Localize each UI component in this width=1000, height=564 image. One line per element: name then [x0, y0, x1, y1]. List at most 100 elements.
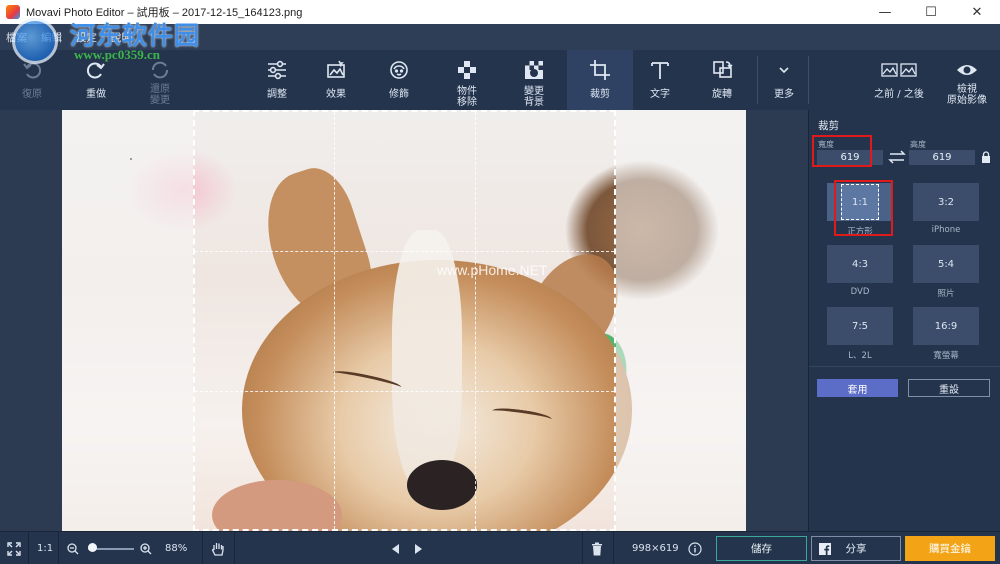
restore-icon: [149, 58, 171, 82]
rotate-icon: [711, 58, 733, 82]
sliders-icon: [266, 58, 288, 82]
effects-label: 效果: [326, 89, 346, 100]
previous-image-icon[interactable]: [390, 532, 400, 564]
save-button[interactable]: 儲存: [716, 536, 807, 561]
ratio-preset-value: 4:3: [851, 258, 869, 270]
maximize-button[interactable]: ☐: [908, 0, 954, 24]
ratio-preset-7-5[interactable]: 7:5: [827, 307, 893, 345]
background-icon: [523, 58, 545, 82]
object-removal-button[interactable]: 物件 移除: [442, 50, 492, 110]
retouch-label: 修飾: [389, 89, 409, 100]
adjust-button[interactable]: 調整: [252, 50, 302, 110]
title-bar: Movavi Photo Editor – 試用板 – 2017-12-15_1…: [0, 0, 1000, 24]
crop-frame[interactable]: [193, 110, 616, 531]
apply-button[interactable]: 套用: [817, 379, 898, 397]
image-dimensions: 998×619: [632, 543, 679, 554]
ratio-preset-16-9[interactable]: 16:9: [913, 307, 979, 345]
panel-divider: [809, 366, 1000, 367]
menu-bar: 檔案 編輯 設定 說明: [0, 24, 1000, 50]
next-image-icon[interactable]: [414, 532, 424, 564]
lock-icon[interactable]: [981, 151, 991, 163]
status-divider: [58, 532, 59, 564]
actual-size-button[interactable]: 1:1: [37, 532, 53, 564]
retouch-button[interactable]: 修飾: [374, 50, 424, 110]
height-label: 高度: [910, 140, 926, 149]
view-original-button[interactable]: 檢視 原始影像: [940, 50, 994, 110]
ratio-preset-5-4[interactable]: 5:4: [913, 245, 979, 283]
change-background-button[interactable]: 變更 背景: [509, 50, 559, 110]
status-divider: [613, 532, 614, 564]
redo-button[interactable]: 重做: [70, 50, 122, 110]
zoom-out-icon[interactable]: [67, 532, 79, 564]
reset-button[interactable]: 重設: [908, 379, 990, 397]
zoom-in-icon[interactable]: [140, 532, 152, 564]
crop-label: 裁剪: [590, 89, 610, 100]
window-controls: — ☐ ✕: [862, 0, 1000, 24]
rotate-button[interactable]: 旋轉: [697, 50, 747, 110]
adjust-label: 調整: [267, 89, 287, 100]
close-button[interactable]: ✕: [954, 0, 1000, 24]
chevron-down-icon: [777, 58, 791, 82]
status-bar: 1:1 88% 998×619 儲存 分享 購買金鑰: [0, 531, 1000, 564]
hand-tool-icon[interactable]: [211, 532, 225, 564]
text-button[interactable]: 文字: [636, 50, 684, 110]
menu-help[interactable]: 說明: [111, 30, 132, 45]
face-retouch-icon: [388, 58, 410, 82]
facebook-icon: [819, 543, 831, 555]
zoom-level: 88%: [165, 543, 188, 554]
ratio-preset-label: DVD: [850, 287, 870, 297]
before-after-button[interactable]: 之前 / 之後: [868, 50, 930, 110]
image-canvas[interactable]: www.pHome.NET: [0, 110, 808, 531]
menu-settings[interactable]: 設定: [76, 30, 97, 45]
ratio-preset-value: 3:2: [937, 196, 955, 208]
crop-grid-line: [475, 112, 476, 529]
eye-icon: [956, 58, 978, 82]
minimize-button[interactable]: —: [862, 0, 908, 24]
more-button[interactable]: 更多: [762, 50, 806, 110]
ratio-preset-4-3[interactable]: 4:3: [827, 245, 893, 283]
ratio-preset-value: 7:5: [851, 320, 869, 332]
app-logo-icon: [6, 5, 20, 19]
effects-icon: [325, 58, 347, 82]
fit-screen-icon[interactable]: [7, 532, 21, 564]
ratio-preset-label: L、2L: [848, 351, 872, 361]
height-field[interactable]: [909, 150, 975, 165]
more-label: 更多: [774, 89, 794, 100]
restore-label: 還原 變更: [150, 84, 170, 106]
object-removal-icon: [456, 58, 478, 82]
panel-title: 裁剪: [818, 120, 839, 132]
menu-file[interactable]: 檔案: [6, 30, 27, 45]
toolbar-divider: [808, 56, 809, 104]
ratio-preset-3-2[interactable]: 3:2: [913, 183, 979, 221]
photo-watermark: www.pHome.NET: [437, 262, 548, 278]
menu-edit[interactable]: 編輯: [41, 30, 62, 45]
crop-grid-line: [334, 112, 335, 529]
toolbar-divider: [757, 56, 758, 104]
change-background-label: 變更 背景: [524, 86, 544, 108]
ratio-preset-value: 5:4: [937, 258, 955, 270]
trash-icon[interactable]: [591, 532, 603, 564]
share-button[interactable]: 分享: [811, 536, 901, 561]
redo-label: 重做: [86, 89, 106, 100]
zoom-slider-handle[interactable]: [88, 543, 97, 552]
crop-panel: 裁剪 寬度 高度 1:1 正方形 3:2 iPhone 4:3 DVD 5:4 …: [808, 110, 1000, 531]
restore-changes-button[interactable]: 還原 變更: [134, 50, 186, 110]
status-divider: [28, 532, 29, 564]
ratio-preset-label: iPhone: [931, 225, 961, 235]
text-icon: [649, 58, 671, 82]
object-removal-label: 物件 移除: [457, 86, 477, 108]
swap-icon[interactable]: [888, 150, 906, 164]
crop-button[interactable]: 裁剪: [567, 50, 633, 110]
crop-mask-right: [616, 110, 746, 531]
undo-button[interactable]: 復原: [6, 50, 58, 110]
buy-key-button[interactable]: 購買金鑰: [905, 536, 995, 561]
before-after-icon: [881, 58, 917, 82]
ratio-preset-label: 照片: [937, 289, 955, 299]
crop-icon: [589, 58, 611, 82]
redo-icon: [85, 58, 107, 82]
highlight-box: [812, 135, 872, 167]
ratio-preset-value: 16:9: [934, 320, 958, 332]
status-divider: [202, 532, 203, 564]
info-icon[interactable]: [688, 532, 702, 564]
effects-button[interactable]: 效果: [311, 50, 361, 110]
